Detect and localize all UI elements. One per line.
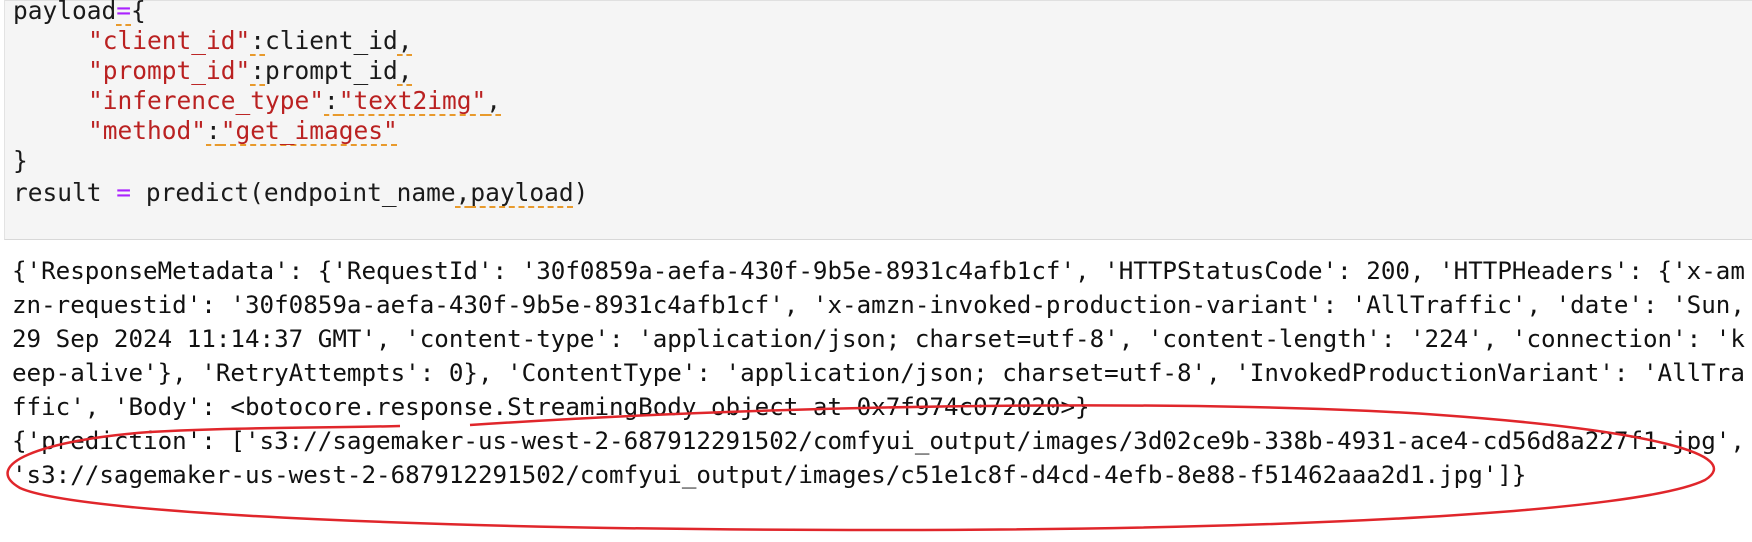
code-close-paren: )	[573, 178, 589, 207]
code-key-prompt-id: "prompt_id"	[88, 56, 251, 85]
code-var-result: result	[13, 178, 102, 207]
code-key-method: "method"	[88, 116, 207, 145]
code-key-inference-type: "inference_type"	[88, 86, 325, 115]
code-colon: :	[206, 116, 221, 145]
code-colon: :	[324, 86, 339, 115]
code-cell[interactable]: payload={ "client_id":client_id, "prompt…	[4, 0, 1752, 240]
code-value-prompt-id: prompt_id	[265, 56, 398, 85]
cell-output: {'ResponseMetadata': {'RequestId': '30f0…	[4, 254, 1752, 542]
code-comma: ,	[397, 26, 413, 55]
code-colon: :	[250, 56, 266, 85]
code-line-4: "inference_type":"text2img",	[13, 84, 501, 118]
output-text: {'ResponseMetadata': {'RequestId': '30f0…	[12, 254, 1752, 492]
code-var-payload: payload	[13, 0, 117, 25]
code-line-7: result = predict(endpoint_name,payload)	[13, 176, 588, 210]
code-line-6: }	[13, 144, 28, 178]
code-close-brace: }	[13, 146, 28, 175]
code-value-text2img: "text2img"	[338, 86, 487, 115]
code-value-get-images: "get_images"	[220, 116, 398, 145]
code-colon: :	[250, 26, 266, 55]
code-line-3: "prompt_id":prompt_id,	[13, 54, 413, 88]
code-line-2: "client_id":client_id,	[13, 24, 413, 58]
output-response-metadata: {'ResponseMetadata': {'RequestId': '30f0…	[12, 257, 1745, 421]
code-call-predict: predict(endpoint_name	[145, 178, 456, 207]
code-assign-op: =	[116, 0, 132, 25]
code-line-5: "method":"get_images"	[13, 114, 398, 148]
code-arg-payload: payload	[470, 178, 574, 207]
code-comma: ,	[455, 178, 471, 207]
code-open-brace: {	[131, 0, 146, 25]
code-comma: ,	[486, 86, 502, 115]
code-comma: ,	[397, 56, 413, 85]
code-key-client-id: "client_id"	[88, 26, 251, 55]
code-value-client-id: client_id	[265, 26, 398, 55]
code-assign-op: =	[116, 178, 132, 207]
output-prediction: {'prediction': ['s3://sagemaker-us-west-…	[12, 427, 1745, 489]
